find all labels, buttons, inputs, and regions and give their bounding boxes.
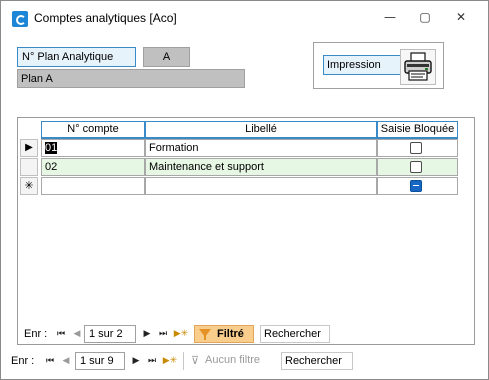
column-header-saisie-bloquee[interactable]: Saisie Bloquée [377, 121, 458, 139]
record-position-input[interactable]: 1 sur 2 [84, 325, 136, 343]
print-panel: Impression [313, 42, 444, 89]
printer-icon [404, 52, 432, 81]
first-record-icon[interactable]: ⏮ [54, 326, 68, 342]
minimize-button[interactable]: — [376, 7, 404, 27]
form-record-navigation: Enr : ⏮ ◀ 1 sur 9 ▶ ⏭ ▶✳ ⊽ Aucun filtre … [9, 351, 479, 371]
plan-analytique-label: N° Plan Analytique [17, 47, 136, 67]
new-record-icon[interactable]: ▶✳ [161, 353, 179, 369]
column-header-libelle[interactable]: Libellé [145, 121, 377, 139]
record-label: Enr : [24, 328, 48, 340]
search-input[interactable]: Rechercher [281, 352, 353, 370]
print-label: Impression [323, 55, 406, 75]
filter-toggle-button[interactable]: Filtré [194, 325, 254, 343]
record-position-input[interactable]: 1 sur 9 [75, 352, 125, 370]
table-cell-compte[interactable]: 02 [41, 158, 145, 176]
new-row-compte[interactable] [41, 177, 145, 195]
window-title: Comptes analytiques [Aco] [34, 11, 177, 25]
table-cell-bloquee [377, 139, 458, 157]
accounts-grid: N° compte Libellé Saisie Bloquée ▶ 01 Fo… [17, 117, 475, 345]
next-record-icon[interactable]: ▶ [129, 353, 143, 369]
first-record-icon[interactable]: ⏮ [43, 353, 57, 369]
new-row-checkbox[interactable] [410, 180, 422, 192]
app-icon [12, 11, 28, 27]
subform-record-navigation: Enr : ⏮ ◀ 1 sur 2 ▶ ⏭ ▶✳ Filtré Recherch… [24, 324, 464, 344]
saisie-bloquee-checkbox[interactable] [410, 161, 422, 173]
new-row-libelle[interactable] [145, 177, 377, 195]
search-input[interactable]: Rechercher [260, 325, 330, 343]
table-cell-libelle[interactable]: Formation [145, 139, 377, 157]
no-filter-button[interactable]: ⊽ Aucun filtre [187, 352, 275, 370]
last-record-icon[interactable]: ⏭ [156, 326, 170, 342]
funnel-disabled-icon: ⊽ [191, 355, 200, 367]
row-selector[interactable] [20, 158, 38, 176]
previous-record-icon[interactable]: ◀ [59, 353, 73, 369]
title-bar: Comptes analytiques [Aco] — ▢ ✕ [1, 1, 488, 31]
previous-record-icon[interactable]: ◀ [70, 326, 84, 342]
record-label: Enr : [11, 355, 35, 367]
table-cell-libelle[interactable]: Maintenance et support [145, 158, 377, 176]
maximize-button[interactable]: ▢ [411, 7, 439, 27]
app-window: Comptes analytiques [Aco] — ▢ ✕ N° Plan … [0, 0, 489, 380]
new-row-bloquee [377, 177, 458, 195]
compte-value: 01 [45, 142, 58, 154]
next-record-icon[interactable]: ▶ [140, 326, 154, 342]
row-selector[interactable]: ▶ [20, 139, 38, 157]
plan-code-field[interactable]: A [143, 47, 190, 67]
plan-name-field[interactable]: Plan A [17, 69, 245, 88]
column-header-compte[interactable]: N° compte [41, 121, 145, 139]
table-cell-compte[interactable]: 01 [41, 139, 145, 157]
close-button[interactable]: ✕ [447, 7, 475, 27]
saisie-bloquee-checkbox[interactable] [410, 142, 422, 154]
new-row-selector[interactable]: ✳ [20, 177, 38, 195]
print-button[interactable] [400, 49, 436, 85]
new-record-icon[interactable]: ▶✳ [172, 326, 190, 342]
table-cell-bloquee [377, 158, 458, 176]
filter-label: Filtré [217, 328, 244, 340]
last-record-icon[interactable]: ⏭ [145, 353, 159, 369]
filter-label: Aucun filtre [205, 354, 261, 366]
